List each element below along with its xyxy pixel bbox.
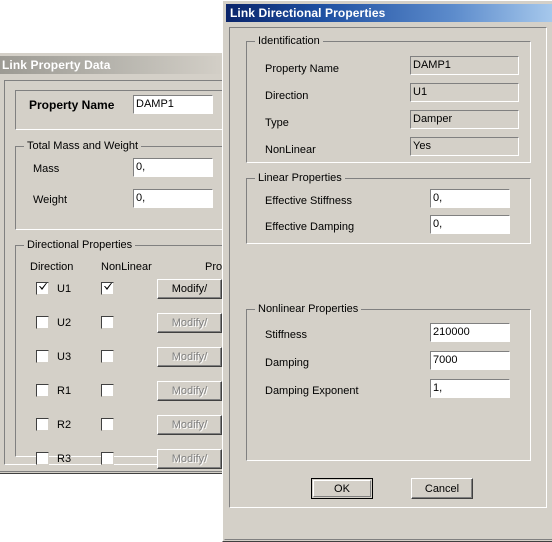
- id-property-name-value: DAMP1: [410, 56, 519, 75]
- weight-input[interactable]: 0,: [133, 189, 213, 208]
- nonlinear-checkbox-u3[interactable]: [101, 350, 114, 363]
- nonlinear-checkbox-r3[interactable]: [101, 452, 114, 465]
- nonlinear-checkbox-u1[interactable]: [101, 282, 114, 295]
- column-header-nonlinear: NonLinear: [101, 261, 152, 273]
- direction-checkbox-u1[interactable]: [36, 282, 49, 295]
- cancel-button[interactable]: Cancel: [411, 478, 473, 499]
- stiffness-input[interactable]: 210000: [430, 323, 510, 342]
- id-type-label: Type: [265, 117, 289, 129]
- direction-label-r3: R3: [57, 453, 72, 465]
- mass-label: Mass: [33, 163, 60, 175]
- link-directional-properties-title: Link Directional Properties: [230, 6, 386, 20]
- column-header-direction: Direction: [30, 261, 74, 273]
- check-icon: [39, 282, 47, 291]
- ok-button[interactable]: OK: [311, 478, 373, 499]
- link-property-data-titlebar[interactable]: Link Property Data: [0, 56, 226, 74]
- link-property-data-content-panel: Property Name DAMP1 Total Mass and Weigh…: [4, 80, 230, 469]
- damping-exponent-input[interactable]: 1,: [430, 379, 510, 398]
- effective-stiffness-input[interactable]: 0,: [430, 189, 510, 208]
- effective-stiffness-label: Effective Stiffness: [265, 195, 353, 207]
- modify-button-u2: Modify/: [157, 313, 222, 333]
- damping-input[interactable]: 7000: [430, 351, 510, 370]
- direction-checkbox-r3[interactable]: [36, 452, 49, 465]
- column-header-properties: Pro: [205, 261, 223, 273]
- nonlinear-checkbox-r2[interactable]: [101, 418, 114, 431]
- directional-properties-caption: Directional Properties: [24, 239, 136, 251]
- nonlinear-checkbox-u2[interactable]: [101, 316, 114, 329]
- link-directional-properties-content-panel: Identification Property Name DAMP1 Direc…: [229, 27, 547, 508]
- modify-button-u1[interactable]: Modify/: [157, 279, 222, 299]
- id-nonlinear-value: Yes: [410, 137, 519, 156]
- mass-input[interactable]: 0,: [133, 158, 213, 177]
- direction-label-r2: R2: [57, 419, 72, 431]
- total-mass-weight-caption: Total Mass and Weight: [24, 140, 142, 152]
- check-icon: [104, 282, 112, 291]
- modify-button-r3: Modify/: [157, 449, 222, 469]
- direction-checkbox-r2[interactable]: [36, 418, 49, 431]
- link-directional-properties-window[interactable]: Link Directional Properties Identificati…: [222, 0, 552, 542]
- direction-label-u3: U3: [57, 351, 72, 363]
- id-direction-value: U1: [410, 83, 519, 102]
- property-name-label: Property Name: [29, 98, 115, 112]
- link-property-data-window[interactable]: Link Property Data Property Name DAMP1 T…: [0, 52, 230, 474]
- effective-damping-input[interactable]: 0,: [430, 215, 510, 234]
- direction-checkbox-u3[interactable]: [36, 350, 49, 363]
- modify-button-r1: Modify/: [157, 381, 222, 401]
- effective-damping-label: Effective Damping: [265, 221, 355, 233]
- nonlinear-checkbox-r1[interactable]: [101, 384, 114, 397]
- direction-checkbox-u2[interactable]: [36, 316, 49, 329]
- stiffness-label: Stiffness: [265, 329, 307, 341]
- id-property-name-label: Property Name: [265, 63, 339, 75]
- direction-checkbox-r1[interactable]: [36, 384, 49, 397]
- linear-properties-caption: Linear Properties: [255, 172, 345, 184]
- modify-button-r2: Modify/: [157, 415, 222, 435]
- link-property-data-title: Link Property Data: [2, 58, 111, 72]
- damping-exponent-label: Damping Exponent: [265, 385, 359, 397]
- direction-label-r1: R1: [57, 385, 72, 397]
- id-nonlinear-label: NonLinear: [265, 144, 316, 156]
- linear-properties-group: Linear Properties: [246, 172, 531, 244]
- link-directional-properties-titlebar[interactable]: Link Directional Properties: [226, 4, 552, 22]
- property-name-input[interactable]: DAMP1: [133, 95, 213, 114]
- direction-label-u2: U2: [57, 317, 72, 329]
- id-type-value: Damper: [410, 110, 519, 129]
- modify-button-u3: Modify/: [157, 347, 222, 367]
- damping-label: Damping: [265, 357, 310, 369]
- id-direction-label: Direction: [265, 90, 309, 102]
- weight-label: Weight: [33, 194, 68, 206]
- direction-label-u1: U1: [57, 283, 72, 295]
- nonlinear-properties-caption: Nonlinear Properties: [255, 303, 362, 315]
- identification-caption: Identification: [255, 35, 323, 47]
